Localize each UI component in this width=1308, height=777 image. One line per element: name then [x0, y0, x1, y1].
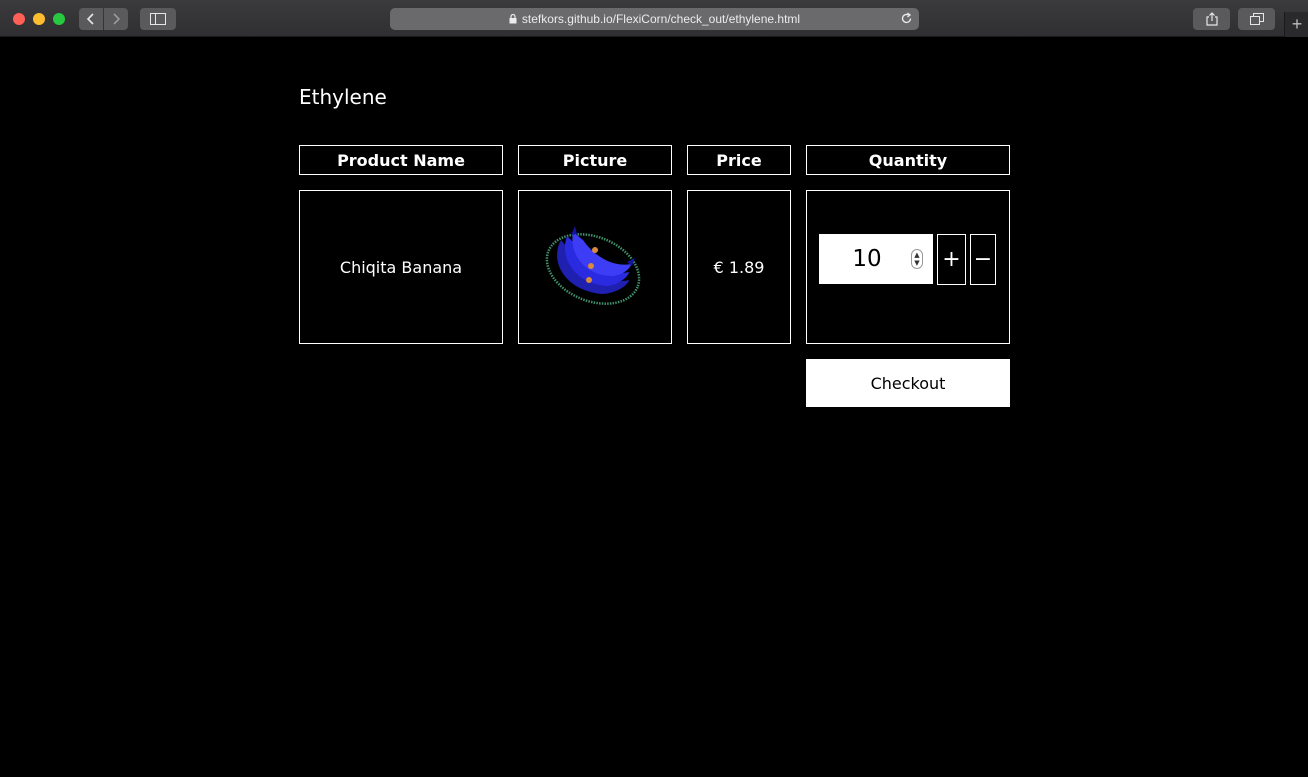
decrement-button[interactable]: − — [970, 234, 996, 285]
minimize-window-icon[interactable] — [33, 13, 45, 25]
sidebar-toggle-button[interactable] — [140, 8, 176, 30]
close-window-icon[interactable] — [13, 13, 25, 25]
forward-button[interactable] — [104, 8, 128, 30]
header-picture: Picture — [518, 145, 672, 175]
header-quantity: Quantity — [806, 145, 1010, 175]
header-product-name: Product Name — [299, 145, 503, 175]
spinner-down-icon[interactable]: ▼ — [914, 259, 919, 267]
product-name-cell: Chiqita Banana — [299, 190, 503, 344]
chevron-left-icon — [86, 13, 94, 25]
product-price-cell: € 1.89 — [687, 190, 791, 344]
chevron-right-icon — [113, 13, 121, 25]
header-price: Price — [687, 145, 791, 175]
address-text: stefkors.github.io/FlexiCorn/check_out/e… — [521, 12, 801, 26]
quantity-spinner-icon[interactable]: ▲ ▼ — [911, 249, 923, 269]
page-title: Ethylene — [299, 85, 387, 109]
checkout-button[interactable]: Checkout — [806, 359, 1010, 407]
spinner-up-icon[interactable]: ▲ — [914, 251, 919, 259]
quantity-cell: ▲ ▼ + − — [806, 190, 1010, 344]
lock-icon — [509, 14, 517, 24]
increment-button[interactable]: + — [937, 234, 966, 285]
zoom-window-icon[interactable] — [53, 13, 65, 25]
share-icon — [1205, 12, 1218, 26]
new-tab-button[interactable]: + — [1284, 12, 1308, 37]
page-content: Ethylene Product Name Picture Price Quan… — [0, 37, 1308, 777]
product-picture-cell — [518, 190, 672, 344]
back-button[interactable] — [79, 8, 103, 30]
browser-toolbar: stefkors.github.io/FlexiCorn/check_out/e… — [0, 0, 1308, 37]
share-button[interactable] — [1193, 8, 1230, 30]
sidebar-icon — [150, 13, 166, 25]
address-bar[interactable]: stefkors.github.io/FlexiCorn/check_out/e… — [390, 8, 919, 30]
blue-banana-image — [545, 226, 641, 305]
show-tabs-button[interactable] — [1238, 8, 1275, 30]
reload-icon[interactable] — [900, 12, 913, 25]
tabs-overview-icon — [1249, 13, 1264, 25]
